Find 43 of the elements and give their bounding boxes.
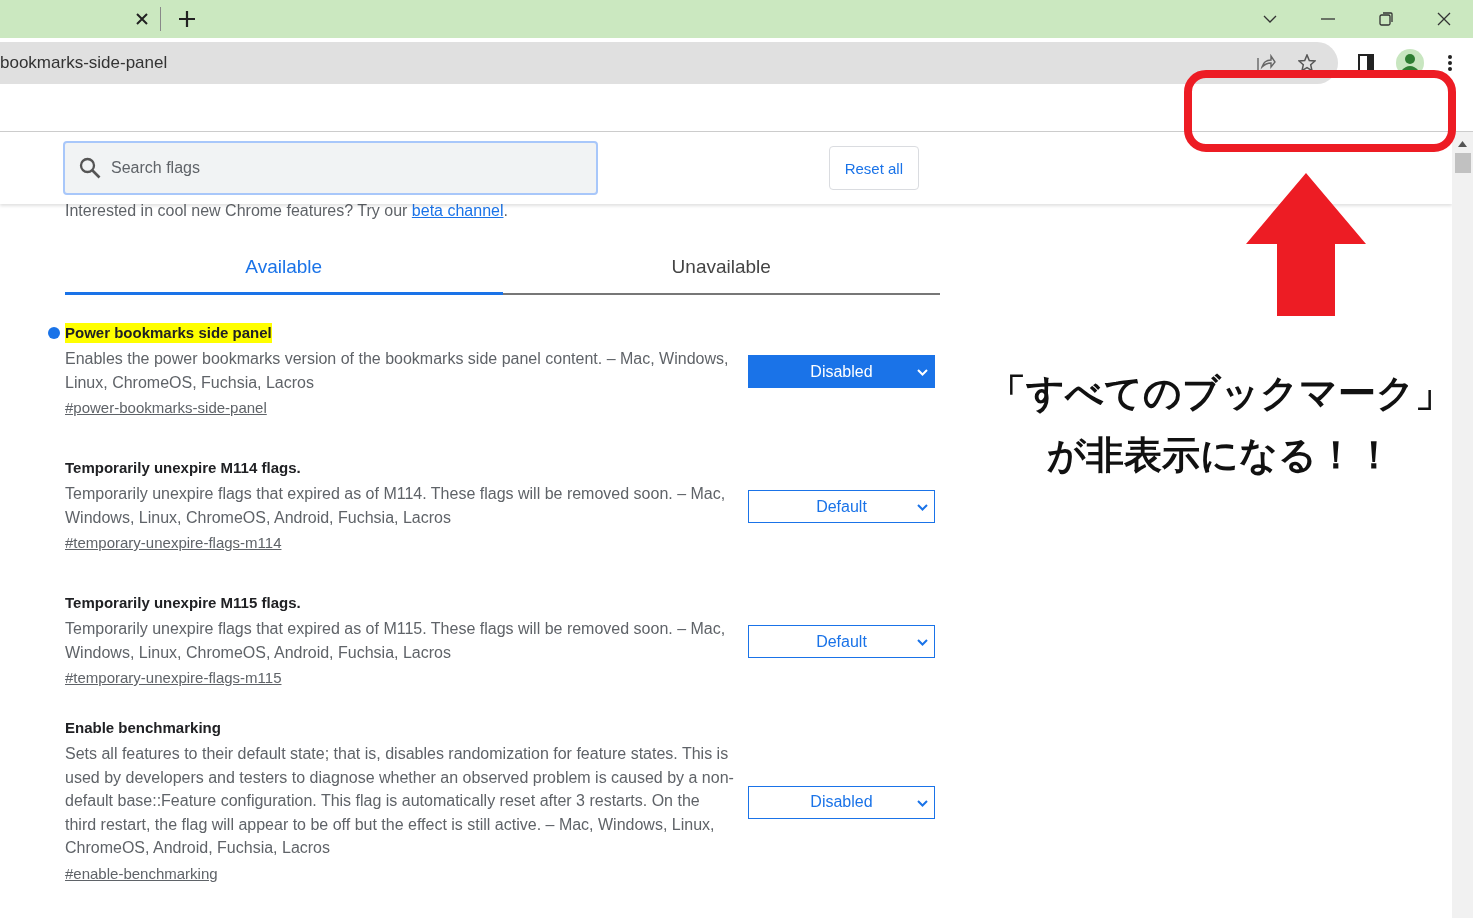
intro-text: Interested in cool new Chrome features? Try our beta channel. [65,201,509,221]
annotation-text: が非表示になる！！ [1046,433,1394,478]
annotation-text: 「すべてのブックマーク」 [986,371,1454,416]
flag-description: Temporarily unexpire flags that expired as of M115. These flags will be removed soon. – Mac, Windows, Linux, ChromeOS, Android, Fuchsia, Lacros [65,619,727,663]
flag-link[interactable]: #temporary-unexpire-flags-m115 [65,669,282,686]
caret-icon [917,504,928,511]
flag-description: Sets all features to their default state; that is, disables randomization for feature states. This is used by developers and testers to diagnose whether an observed problem is caused by a non-default base::Feature configuration. This flag is automatically reset after 3 restarts. On the third restart, the flag will appear to be off but the effect is still active. – Mac, Windows, Linux, ChromeOS, Android, Fuchsia, Lacros [65,744,735,859]
caret-icon [917,369,928,376]
restore-icon[interactable] [1379,12,1393,26]
flag-description: Temporarily unexpire flags that expired as of M114. These flags will be removed soon. – Mac, Windows, Linux, ChromeOS, Android, Fuchsia, Lacros [65,484,727,528]
caret-icon [917,799,928,807]
flag-title: Temporarily unexpire M115 flags. [65,593,301,613]
flag-title: Power bookmarks side panel [65,323,272,343]
flag-title: Enable benchmarking [65,718,221,739]
flag-dropdown[interactable]: Default [748,490,935,523]
beta-channel-link[interactable]: beta channel [411,202,504,219]
close-icon[interactable] [1437,12,1451,26]
search-field[interactable]: Search flags [63,141,598,195]
tab[interactable]: Unavailable [502,247,940,295]
more-menu-icon[interactable] [1448,55,1452,71]
caret-icon [917,639,928,646]
flag-dropdown[interactable]: Default [748,625,935,658]
flag-link[interactable]: #temporary-unexpire-flags-m114 [65,534,282,551]
close-tab-icon[interactable] [136,13,148,25]
side-panel-icon[interactable] [1358,54,1374,72]
address-text: bookmarks-side-panel [0,53,168,73]
scroll-thumb[interactable] [1454,153,1471,173]
scroll-up-icon[interactable] [1458,141,1467,147]
up-arrow-icon [1246,173,1366,316]
new-tab-icon[interactable] [179,11,195,27]
flag-dropdown[interactable]: Disabled [748,785,935,819]
share-icon[interactable] [1256,54,1276,72]
scrollbar[interactable] [1452,132,1473,918]
flag-dropdown[interactable]: Disabled [748,355,935,388]
chevron-down-icon[interactable] [1263,15,1277,23]
flag-link[interactable]: #enable-benchmarking [65,864,218,882]
flag-link[interactable]: #power-bookmarks-side-panel [65,399,267,416]
star-icon[interactable] [1298,54,1316,72]
reset-all-button[interactable]: Reset all [828,146,919,190]
flag-description: Enables the power bookmarks version of the bookmarks side panel content. – Mac, Windows, Linux, ChromeOS, Fuchsia, Lacros [65,349,730,393]
address-bar[interactable]: bookmarks-side-panel [0,42,1338,84]
tab[interactable]: Available [65,247,503,295]
flag-title: Temporarily unexpire M114 flags. [65,458,301,478]
